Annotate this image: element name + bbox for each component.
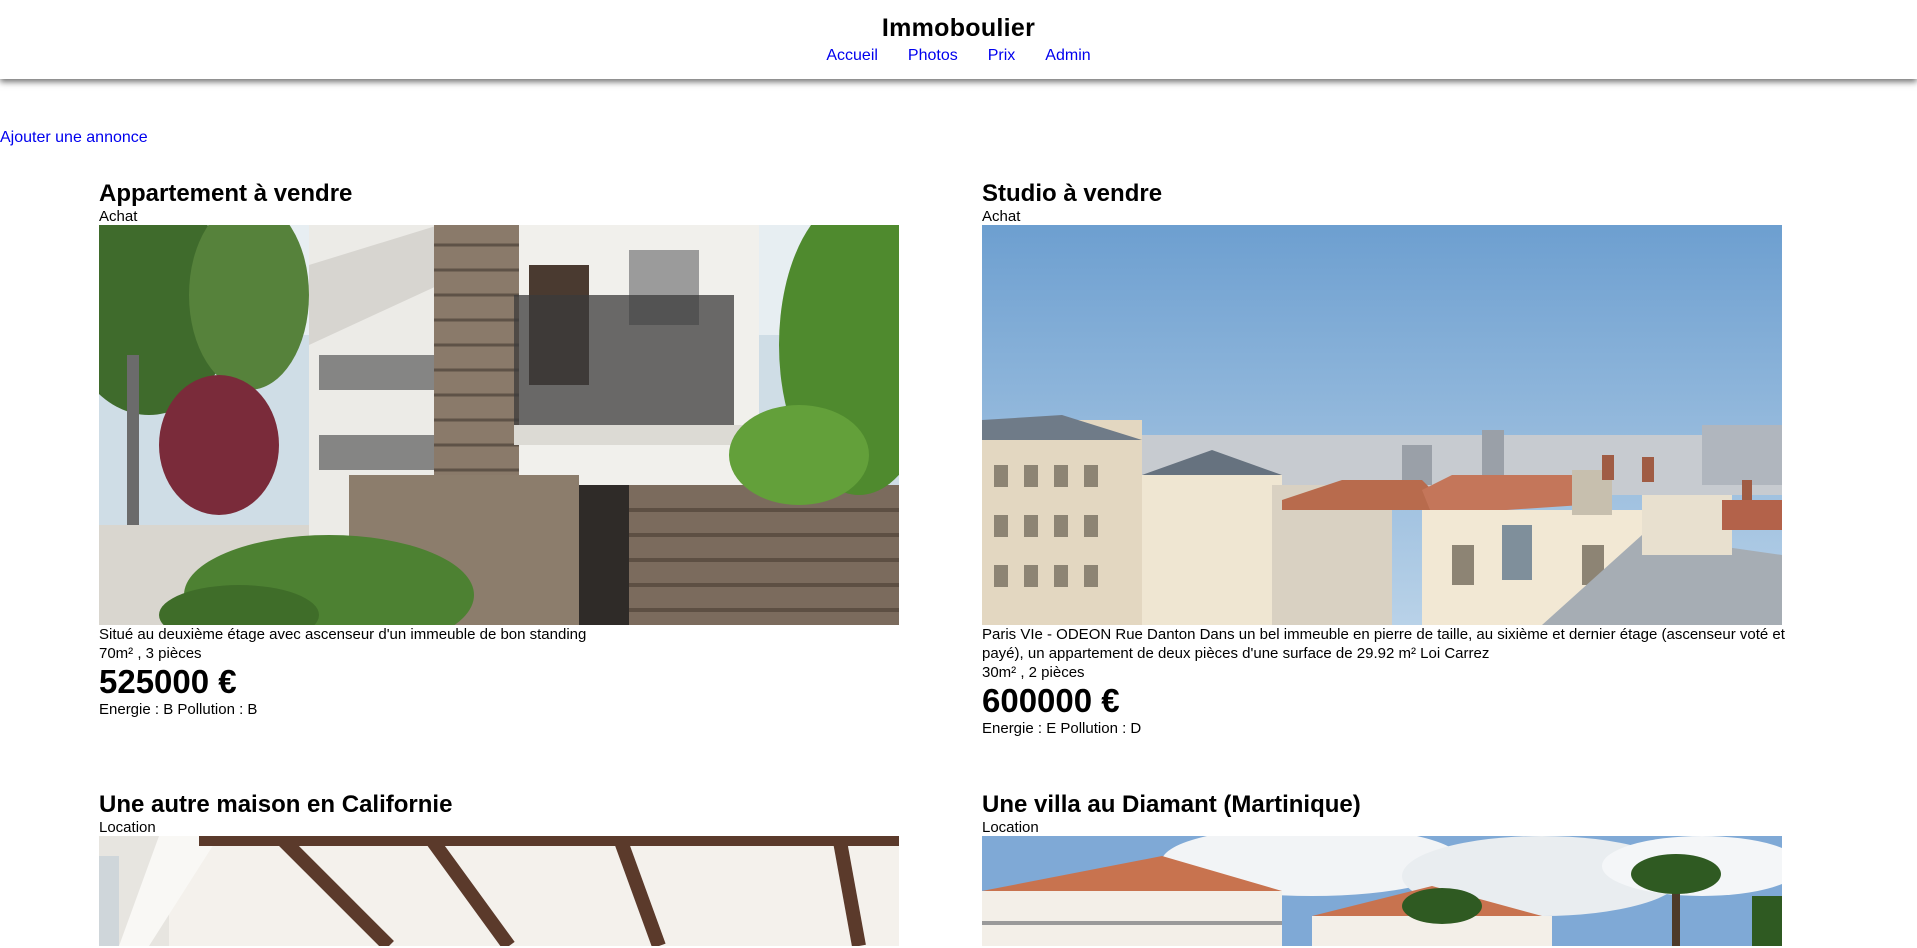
main-nav: Accueil Photos Prix Admin	[0, 46, 1917, 66]
martinique-villa-photo	[982, 836, 1782, 946]
listing-photo-pergola-house[interactable]	[99, 836, 899, 946]
listing-photo-martinique-villa[interactable]	[982, 836, 1782, 946]
listing-type: Achat	[982, 208, 1021, 225]
listing-type: Location	[982, 819, 1039, 836]
nav-accueil[interactable]: Accueil	[826, 47, 878, 64]
listing-description: Situé au deuxième étage avec ascenseur d…	[99, 626, 587, 643]
listing-description: Paris VIe - ODEON Rue Danton Dans un bel…	[982, 626, 1785, 662]
listing-card: Studio à vendre Achat Paris VIe - ODEON …	[982, 180, 1792, 738]
listing-price: 600000 €	[982, 682, 1120, 719]
listing-type: Achat	[99, 208, 138, 225]
listing-title[interactable]: Une autre maison en Californie	[99, 791, 909, 819]
listing-specs: 70m² , 3 pièces	[99, 645, 202, 662]
apartment-building-photo	[99, 225, 899, 625]
site-header: Immoboulier Accueil Photos Prix Admin	[0, 0, 1917, 79]
nav-photos[interactable]: Photos	[908, 47, 958, 64]
listing-energy: Energie : B Pollution : B	[99, 701, 258, 718]
listing-card: Une villa au Diamant (Martinique) Locati…	[982, 791, 1792, 946]
listing-energy: Energie : E Pollution : D	[982, 720, 1142, 737]
listing-title[interactable]: Appartement à vendre	[99, 180, 909, 208]
pergola-house-photo	[99, 836, 899, 946]
add-listing-link[interactable]: Ajouter une annonce	[0, 128, 148, 148]
listing-card: Une autre maison en Californie Location	[99, 791, 909, 946]
nav-admin[interactable]: Admin	[1045, 47, 1090, 64]
listing-title[interactable]: Une villa au Diamant (Martinique)	[982, 791, 1792, 819]
listing-photo-apartment-building[interactable]	[99, 225, 899, 625]
listing-price: 525000 €	[99, 663, 237, 700]
listing-type: Location	[99, 819, 156, 836]
site-title: Immoboulier	[881, 14, 1036, 42]
listing-photo-paris-rooftops[interactable]	[982, 225, 1782, 625]
paris-rooftops-photo	[982, 225, 1782, 625]
listing-title[interactable]: Studio à vendre	[982, 180, 1792, 208]
listing-card: Appartement à vendre Achat Situé au deux…	[99, 180, 909, 719]
listing-specs: 30m² , 2 pièces	[982, 664, 1085, 681]
nav-prix[interactable]: Prix	[988, 47, 1016, 64]
